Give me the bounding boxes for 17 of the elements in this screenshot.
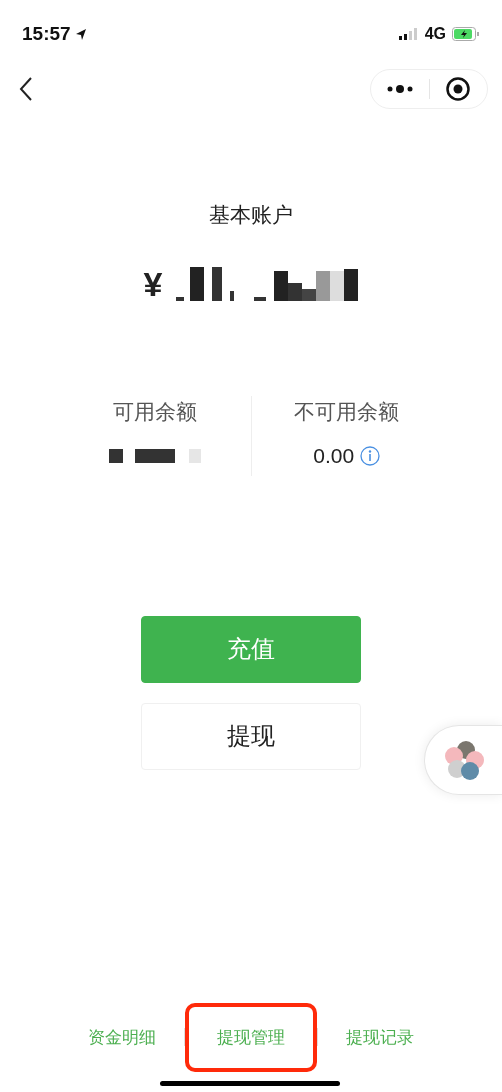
- floating-logo-button[interactable]: [424, 725, 502, 795]
- info-icon[interactable]: [360, 446, 381, 466]
- balance-label: 可用余额: [113, 398, 198, 425]
- network-label: 4G: [424, 24, 446, 44]
- location-arrow-icon: [74, 27, 87, 41]
- account-title: 基本账户: [209, 202, 293, 228]
- recharge-button[interactable]: 充值: [141, 615, 361, 683]
- currency-symbol: ¥: [143, 266, 163, 301]
- bottom-link[interactable]: 提现管理: [185, 1002, 317, 1072]
- bottom-link[interactable]: 资金明细: [60, 1002, 184, 1072]
- withdraw-button[interactable]: 提现: [141, 702, 361, 770]
- battery-charging-icon: [452, 27, 480, 41]
- bottom-link[interactable]: 提现记录: [318, 1002, 442, 1072]
- signal-icon: [398, 28, 419, 40]
- balance-label: 不可用余额: [294, 398, 400, 425]
- balance-value: 0.00: [313, 443, 355, 470]
- status-time: 15:57: [22, 21, 71, 46]
